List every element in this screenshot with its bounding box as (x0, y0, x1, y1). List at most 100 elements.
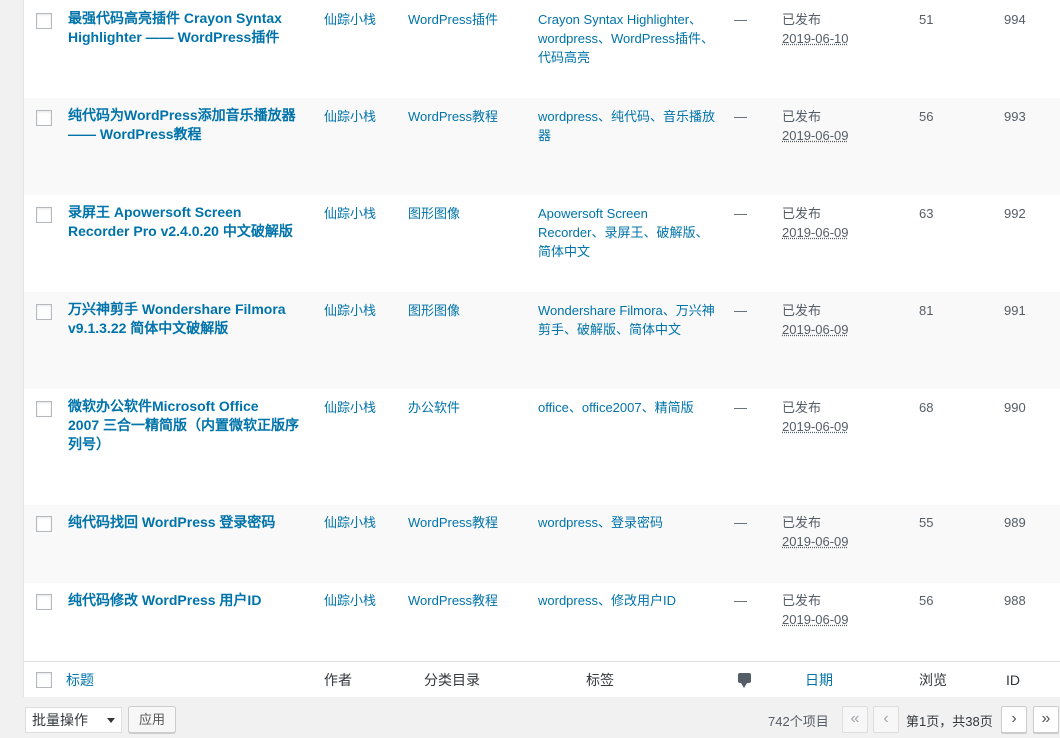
tags-line[interactable]: 代码高亮 (538, 48, 730, 67)
views-count: 56 (919, 593, 934, 608)
column-tags: 标签 (586, 672, 614, 688)
title-line[interactable]: —— WordPress教程 (68, 125, 308, 144)
bulk-actions-select[interactable]: 批量操作 (25, 707, 122, 733)
column-views: 浏览 (919, 672, 947, 688)
post-title-link[interactable]: 录屏王 Apowersoft Screen Recorder Pro v2.4.… (68, 203, 308, 241)
title-line[interactable]: 最强代码高亮插件 Crayon Syntax (68, 9, 308, 28)
tags-list[interactable]: office、office2007、精简版 (538, 398, 730, 417)
column-date-sort[interactable]: 日期 (805, 672, 833, 689)
row-checkbox[interactable] (36, 13, 52, 29)
author-link[interactable]: 仙踪小栈 (324, 398, 376, 417)
post-date: 已发布 2019-06-09 (782, 513, 849, 551)
tags-list[interactable]: Wondershare Filmora、万兴神 剪手、破解版、简体中文 (538, 301, 730, 339)
post-date-value: 2019-06-09 (782, 419, 849, 434)
post-date-value: 2019-06-09 (782, 612, 849, 627)
category-link[interactable]: WordPress教程 (408, 513, 498, 532)
author-link[interactable]: 仙踪小栈 (324, 10, 376, 29)
column-author: 作者 (324, 672, 352, 688)
post-id: 992 (1004, 206, 1026, 221)
post-title-link[interactable]: 纯代码修改 WordPress 用户ID (68, 591, 308, 610)
category-link[interactable]: 办公软件 (408, 398, 460, 417)
title-line[interactable]: v9.1.3.22 简体中文破解版 (68, 319, 308, 338)
post-title-link[interactable]: 最强代码高亮插件 Crayon Syntax Highlighter —— Wo… (68, 9, 308, 47)
tags-line[interactable]: wordpress、WordPress插件、 (538, 29, 730, 48)
title-line[interactable]: 万兴神剪手 Wondershare Filmora (68, 300, 308, 319)
title-line[interactable]: Recorder Pro v2.4.0.20 中文破解版 (68, 222, 308, 241)
category-link[interactable]: WordPress教程 (408, 107, 498, 126)
author-link[interactable]: 仙踪小栈 (324, 591, 376, 610)
table-row: 录屏王 Apowersoft Screen Recorder Pro v2.4.… (24, 195, 1060, 292)
tags-line[interactable]: 简体中文 (538, 242, 730, 261)
row-checkbox[interactable] (36, 304, 52, 320)
title-line[interactable]: 微软办公软件Microsoft Office (68, 397, 308, 416)
author-link[interactable]: 仙踪小栈 (324, 513, 376, 532)
post-status: 已发布 (782, 109, 822, 124)
author-link[interactable]: 仙踪小栈 (324, 107, 376, 126)
post-status: 已发布 (782, 303, 822, 318)
tags-line[interactable]: wordpress、修改用户ID (538, 591, 730, 610)
views-count: 51 (919, 12, 934, 27)
tags-line[interactable]: 剪手、破解版、简体中文 (538, 320, 730, 339)
apply-button[interactable]: 应用 (128, 706, 176, 733)
post-title-link[interactable]: 纯代码找回 WordPress 登录密码 (68, 513, 308, 532)
first-page-button[interactable]: « (842, 706, 868, 733)
tags-line[interactable]: Wondershare Filmora、万兴神 (538, 301, 730, 320)
bulk-actions-selected[interactable]: 批量操作 (32, 712, 88, 728)
tags-list[interactable]: wordpress、修改用户ID (538, 591, 730, 610)
row-checkbox[interactable] (36, 207, 52, 223)
tags-line[interactable]: 器 (538, 126, 730, 145)
category-link[interactable]: 图形图像 (408, 301, 460, 320)
table-row: 纯代码为WordPress添加音乐播放器 —— WordPress教程 仙踪小栈… (24, 98, 1060, 195)
row-checkbox[interactable] (36, 594, 52, 610)
comments-count: — (734, 303, 747, 318)
title-line[interactable]: 纯代码找回 WordPress 登录密码 (68, 513, 308, 532)
tags-line[interactable]: Apowersoft Screen (538, 204, 730, 223)
title-line[interactable]: 纯代码修改 WordPress 用户ID (68, 591, 308, 610)
views-count: 55 (919, 515, 934, 530)
title-line[interactable]: 列号） (68, 435, 308, 454)
tags-line[interactable]: wordpress、登录密码 (538, 513, 730, 532)
author-link[interactable]: 仙踪小栈 (324, 301, 376, 320)
column-title-sort[interactable]: 标题 (66, 672, 94, 689)
posts-table: 最强代码高亮插件 Crayon Syntax Highlighter —— Wo… (23, 0, 1060, 697)
comments-count: — (734, 515, 747, 530)
row-checkbox[interactable] (36, 516, 52, 532)
comments-count: — (734, 400, 747, 415)
category-link[interactable]: 图形图像 (408, 204, 460, 223)
post-date-value: 2019-06-09 (782, 322, 849, 337)
row-checkbox[interactable] (36, 401, 52, 417)
tags-list[interactable]: wordpress、纯代码、音乐播放 器 (538, 107, 730, 145)
category-link[interactable]: WordPress教程 (408, 591, 498, 610)
tags-list[interactable]: wordpress、登录密码 (538, 513, 730, 532)
post-title-link[interactable]: 万兴神剪手 Wondershare Filmora v9.1.3.22 简体中文… (68, 300, 308, 338)
select-all-checkbox[interactable] (36, 672, 52, 688)
title-line[interactable]: 2007 三合一精简版（内置微软正版序 (68, 416, 308, 435)
tags-line[interactable]: Recorder、录屏王、破解版、 (538, 223, 730, 242)
category-link[interactable]: WordPress插件 (408, 10, 498, 29)
tags-list[interactable]: Apowersoft Screen Recorder、录屏王、破解版、 简体中文 (538, 204, 730, 261)
tags-line[interactable]: Crayon Syntax Highlighter、 (538, 10, 730, 29)
tags-line[interactable]: wordpress、纯代码、音乐播放 (538, 107, 730, 126)
prev-page-button[interactable]: ‹ (873, 706, 899, 733)
tags-line[interactable]: office、office2007、精简版 (538, 398, 730, 417)
next-page-button[interactable]: › (1001, 706, 1027, 733)
table-row: 纯代码修改 WordPress 用户ID 仙踪小栈 WordPress教程 wo… (24, 583, 1060, 661)
post-date-value: 2019-06-09 (782, 128, 849, 143)
author-link[interactable]: 仙踪小栈 (324, 204, 376, 223)
comments-count: — (734, 206, 747, 221)
table-row: 微软办公软件Microsoft Office 2007 三合一精简版（内置微软正… (24, 389, 1060, 505)
title-line[interactable]: 录屏王 Apowersoft Screen (68, 203, 308, 222)
post-title-link[interactable]: 微软办公软件Microsoft Office 2007 三合一精简版（内置微软正… (68, 397, 308, 454)
title-line[interactable]: Highlighter —— WordPress插件 (68, 28, 308, 47)
comment-icon[interactable] (738, 673, 751, 688)
last-page-button[interactable]: » (1033, 706, 1059, 733)
tags-list[interactable]: Crayon Syntax Highlighter、 wordpress、Wor… (538, 10, 730, 67)
row-checkbox[interactable] (36, 110, 52, 126)
post-id: 993 (1004, 109, 1026, 124)
comments-count: — (734, 593, 747, 608)
chevron-down-icon[interactable] (107, 718, 115, 723)
title-line[interactable]: 纯代码为WordPress添加音乐播放器 (68, 106, 308, 125)
post-id: 991 (1004, 303, 1026, 318)
post-date: 已发布 2019-06-09 (782, 107, 849, 145)
post-title-link[interactable]: 纯代码为WordPress添加音乐播放器 —— WordPress教程 (68, 106, 308, 144)
